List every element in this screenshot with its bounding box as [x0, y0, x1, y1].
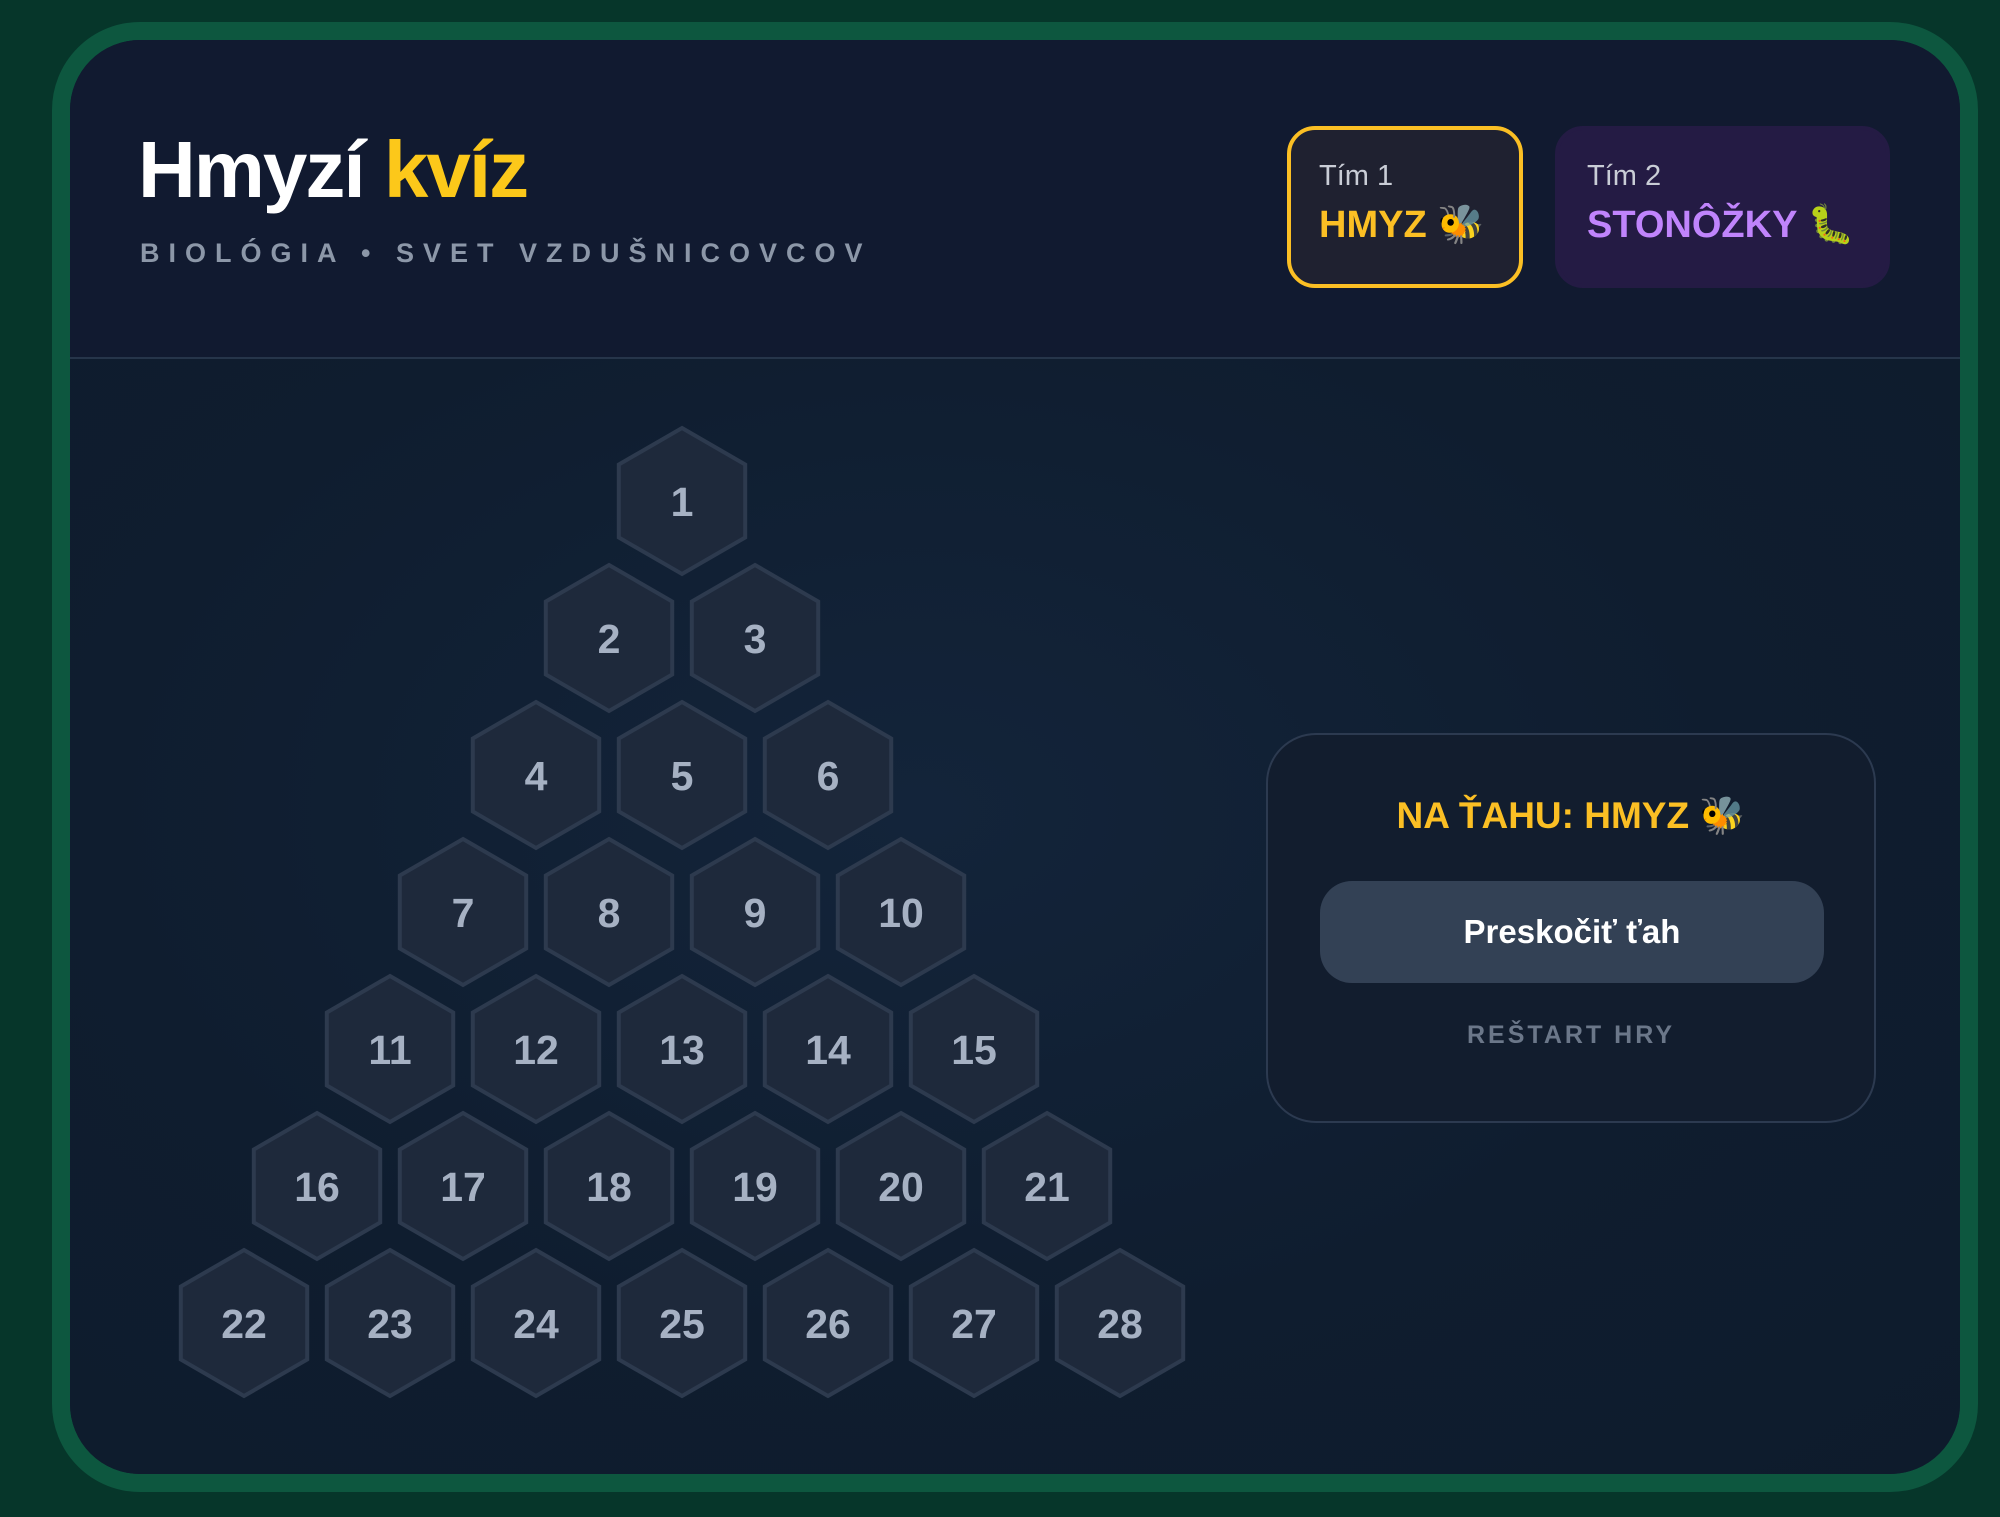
hex-number: 5 — [671, 753, 694, 799]
hex-number: 23 — [367, 1301, 413, 1347]
bee-icon: 🐝 — [1699, 795, 1746, 836]
hex-number: 9 — [744, 890, 767, 936]
turn-indicator: NA ŤAHU: HMYZ 🐝 — [1268, 795, 1874, 838]
hex-number: 25 — [659, 1301, 705, 1347]
hex-number: 28 — [1097, 1301, 1143, 1347]
hex-cell-15[interactable]: 15 — [908, 973, 1040, 1125]
hex-number: 12 — [513, 1027, 559, 1073]
hex-cell-28[interactable]: 28 — [1054, 1247, 1186, 1399]
hex-number: 13 — [659, 1027, 705, 1073]
hex-number: 16 — [294, 1164, 340, 1210]
hex-cell-14[interactable]: 14 — [762, 973, 894, 1125]
skip-turn-button[interactable]: Preskočiť ťah — [1320, 881, 1824, 983]
hex-number: 26 — [805, 1301, 851, 1347]
team-card-1: Tím 1 HMYZ 🐝 — [1287, 126, 1523, 288]
hex-number: 27 — [951, 1301, 997, 1347]
hex-cell-21[interactable]: 21 — [981, 1110, 1113, 1262]
hex-cell-9[interactable]: 9 — [689, 836, 821, 988]
hex-number: 10 — [878, 890, 924, 936]
caterpillar-icon: 🐛 — [1807, 204, 1855, 246]
hex-number: 19 — [732, 1164, 778, 1210]
game-title: Hmyzí kvíz — [138, 130, 529, 210]
hex-number: 21 — [1024, 1164, 1070, 1210]
restart-game-link[interactable]: REŠTART HRY — [1268, 1021, 1874, 1050]
hex-cell-25[interactable]: 25 — [616, 1247, 748, 1399]
hex-number: 20 — [878, 1164, 924, 1210]
hex-cell-26[interactable]: 26 — [762, 1247, 894, 1399]
hex-cell-16[interactable]: 16 — [251, 1110, 383, 1262]
hex-cell-7[interactable]: 7 — [397, 836, 529, 988]
hex-number: 1 — [671, 479, 694, 525]
hex-number: 7 — [452, 890, 475, 936]
hex-number: 24 — [513, 1301, 559, 1347]
title-accent: kvíz — [383, 125, 529, 214]
team-1-label: Tím 1 — [1319, 160, 1394, 192]
hex-number: 18 — [586, 1164, 632, 1210]
hex-cell-13[interactable]: 13 — [616, 973, 748, 1125]
hex-cell-3[interactable]: 3 — [689, 562, 821, 714]
hex-cell-20[interactable]: 20 — [835, 1110, 967, 1262]
hex-number: 22 — [221, 1301, 267, 1347]
title-main: Hmyzí — [138, 125, 366, 214]
team-2-name: STONÔŽKY — [1587, 204, 1797, 246]
hex-number: 4 — [525, 753, 548, 799]
turn-panel: NA ŤAHU: HMYZ 🐝 Preskočiť ťah REŠTART HR… — [1266, 733, 1876, 1123]
hex-cell-17[interactable]: 17 — [397, 1110, 529, 1262]
hex-number: 3 — [744, 616, 767, 662]
hex-cell-12[interactable]: 12 — [470, 973, 602, 1125]
hex-cell-11[interactable]: 11 — [324, 973, 456, 1125]
game-board: 1 2 3 4 5 6 7 8 9 10 11 12 13 14 15 16 17 18 19 20 21 22 23 24 2… — [70, 359, 1960, 1474]
hex-cell-10[interactable]: 10 — [835, 836, 967, 988]
hex-cell-27[interactable]: 27 — [908, 1247, 1040, 1399]
hex-number: 14 — [805, 1027, 851, 1073]
hex-number: 2 — [598, 616, 621, 662]
hex-number: 17 — [440, 1164, 486, 1210]
team-1-name: HMYZ — [1319, 204, 1427, 246]
hex-number: 8 — [598, 890, 621, 936]
header: Hmyzí kvíz BIOLÓGIA • SVET VZDUŠNICOVCOV… — [70, 40, 1960, 359]
hex-number: 11 — [368, 1027, 411, 1073]
hex-cell-5[interactable]: 5 — [616, 699, 748, 851]
turn-label: NA ŤAHU: HMYZ — [1396, 795, 1690, 836]
team-2-label: Tím 2 — [1587, 160, 1662, 192]
hex-cell-18[interactable]: 18 — [543, 1110, 675, 1262]
hex-cell-6[interactable]: 6 — [762, 699, 894, 851]
bee-icon: 🐝 — [1437, 204, 1485, 246]
hex-cell-2[interactable]: 2 — [543, 562, 675, 714]
hex-cell-24[interactable]: 24 — [470, 1247, 602, 1399]
hex-cell-23[interactable]: 23 — [324, 1247, 456, 1399]
team-card-2: Tím 2 STONÔŽKY 🐛 — [1555, 126, 1890, 288]
subtitle: BIOLÓGIA • SVET VZDUŠNICOVCOV — [140, 238, 872, 268]
hex-cell-8[interactable]: 8 — [543, 836, 675, 988]
hex-cell-19[interactable]: 19 — [689, 1110, 821, 1262]
hex-cell-22[interactable]: 22 — [178, 1247, 310, 1399]
hex-number: 6 — [817, 753, 840, 799]
hex-cell-4[interactable]: 4 — [470, 699, 602, 851]
game-frame: Hmyzí kvíz BIOLÓGIA • SVET VZDUŠNICOVCOV… — [52, 22, 1978, 1492]
hex-number: 15 — [951, 1027, 997, 1073]
hex-cell-1[interactable]: 1 — [616, 425, 748, 577]
